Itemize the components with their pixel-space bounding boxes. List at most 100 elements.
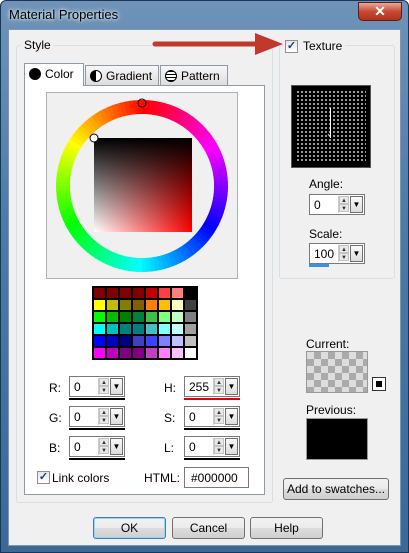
g-dropdown-button[interactable]: ▼ (110, 408, 123, 425)
color-swatch[interactable] (132, 311, 145, 323)
color-swatch[interactable] (184, 335, 197, 347)
b-dropdown-button[interactable]: ▼ (110, 438, 123, 455)
angle-dropdown-button[interactable]: ▼ (350, 196, 363, 213)
hue-ring-segment[interactable] (213, 181, 228, 187)
texture-preview[interactable]: ⌄ (291, 85, 371, 168)
color-swatch[interactable] (93, 323, 106, 335)
color-swatch[interactable] (145, 323, 158, 335)
color-swatch[interactable] (106, 287, 119, 299)
color-swatch[interactable] (119, 311, 132, 323)
g-arrows[interactable]: ▲ ▼ (98, 408, 109, 425)
html-value[interactable]: #000000 (191, 471, 238, 485)
color-swatch[interactable] (93, 299, 106, 311)
color-swatch[interactable] (184, 323, 197, 335)
ok-button[interactable]: OK (93, 517, 166, 539)
up-arrow-icon[interactable]: ▲ (214, 438, 224, 446)
up-arrow-icon[interactable]: ▲ (99, 408, 109, 416)
up-arrow-icon[interactable]: ▲ (214, 378, 224, 386)
color-swatch[interactable] (93, 287, 106, 299)
b-spinner[interactable]: 0 ▲ ▼ ▼ (69, 436, 125, 457)
link-colors-checkbox[interactable]: ✓ (37, 471, 50, 484)
color-swatch[interactable] (158, 287, 171, 299)
color-swatch[interactable] (106, 323, 119, 335)
down-arrow-icon[interactable]: ▼ (99, 416, 109, 424)
close-button[interactable]: ✕ (358, 2, 402, 21)
color-swatch[interactable] (132, 347, 145, 359)
texture-label[interactable]: Texture (303, 39, 342, 53)
color-swatch[interactable] (145, 347, 158, 359)
down-arrow-icon[interactable]: ▼ (99, 446, 109, 454)
color-swatch[interactable] (119, 299, 132, 311)
color-swatch[interactable] (106, 311, 119, 323)
up-arrow-icon[interactable]: ▲ (99, 378, 109, 386)
angle-arrows[interactable]: ▲ ▼ (338, 196, 349, 213)
color-swatch[interactable] (184, 299, 197, 311)
swatch-grid[interactable] (92, 286, 198, 360)
link-colors-label[interactable]: Link colors (52, 471, 109, 485)
color-swatch[interactable] (145, 299, 158, 311)
scale-spinner[interactable]: 100 ▲ ▼ ▼ (309, 243, 365, 264)
color-swatch[interactable] (106, 347, 119, 359)
l-dropdown-button[interactable]: ▼ (225, 438, 238, 455)
scale-value[interactable]: 100 (314, 247, 334, 261)
color-swatch[interactable] (171, 347, 184, 359)
tab-color[interactable]: Color (24, 63, 84, 86)
color-swatch[interactable] (93, 311, 106, 323)
cancel-button[interactable]: Cancel (172, 517, 245, 539)
color-swatch[interactable] (145, 311, 158, 323)
s-spinner[interactable]: 0 ▲ ▼ ▼ (184, 406, 240, 427)
down-arrow-icon[interactable]: ▼ (339, 204, 349, 212)
color-swatch[interactable] (171, 335, 184, 347)
l-value[interactable]: 0 (189, 440, 196, 454)
color-swatch[interactable] (93, 347, 106, 359)
html-input[interactable]: #000000 (184, 467, 249, 488)
h-spinner[interactable]: 255 ▲ ▼ ▼ (184, 376, 240, 397)
b-value[interactable]: 0 (74, 440, 81, 454)
tab-pattern[interactable]: Pattern (160, 65, 228, 86)
scale-arrows[interactable]: ▲ ▼ (338, 245, 349, 262)
color-swatch[interactable] (132, 299, 145, 311)
color-wheel-svg[interactable] (47, 93, 237, 278)
color-swatch[interactable] (145, 335, 158, 347)
color-wheel-picker[interactable] (46, 92, 238, 279)
up-arrow-icon[interactable]: ▲ (99, 438, 109, 446)
r-spinner[interactable]: 0 ▲ ▼ ▼ (69, 376, 125, 397)
color-swatch[interactable] (184, 287, 197, 299)
l-spinner[interactable]: 0 ▲ ▼ ▼ (184, 436, 240, 457)
hue-ring-segment[interactable] (141, 257, 147, 272)
color-swatch[interactable] (171, 323, 184, 335)
color-swatch[interactable] (145, 287, 158, 299)
color-swatch[interactable] (106, 299, 119, 311)
s-dropdown-button[interactable]: ▼ (225, 408, 238, 425)
angle-spinner[interactable]: 0 ▲ ▼ ▼ (309, 194, 365, 215)
hue-ring-segment[interactable] (56, 185, 71, 191)
color-swatch[interactable] (158, 323, 171, 335)
h-value[interactable]: 255 (189, 380, 209, 394)
color-swatch[interactable] (132, 323, 145, 335)
color-swatch[interactable] (184, 347, 197, 359)
g-value[interactable]: 0 (74, 410, 81, 424)
s-value[interactable]: 0 (189, 410, 196, 424)
s-arrows[interactable]: ▲ ▼ (213, 408, 224, 425)
r-arrows[interactable]: ▲ ▼ (98, 378, 109, 395)
color-swatch[interactable] (119, 335, 132, 347)
b-arrows[interactable]: ▲ ▼ (98, 438, 109, 455)
g-spinner[interactable]: 0 ▲ ▼ ▼ (69, 406, 125, 427)
angle-value[interactable]: 0 (314, 198, 321, 212)
help-button[interactable]: Help (250, 517, 323, 539)
up-arrow-icon[interactable]: ▲ (214, 408, 224, 416)
color-swatch[interactable] (171, 287, 184, 299)
h-dropdown-button[interactable]: ▼ (225, 378, 238, 395)
tab-gradient[interactable]: Gradient (85, 65, 159, 86)
color-swatch[interactable] (132, 335, 145, 347)
color-swatch[interactable] (119, 347, 132, 359)
color-swatch[interactable] (106, 335, 119, 347)
title-bar[interactable]: Material Properties ✕ (1, 1, 408, 29)
color-swatch[interactable] (158, 335, 171, 347)
color-swatch[interactable] (184, 311, 197, 323)
up-arrow-icon[interactable]: ▲ (339, 196, 349, 204)
color-swatch[interactable] (119, 323, 132, 335)
down-arrow-icon[interactable]: ▼ (339, 253, 349, 261)
color-swatch[interactable] (132, 287, 145, 299)
scale-dropdown-button[interactable]: ▼ (350, 245, 363, 262)
